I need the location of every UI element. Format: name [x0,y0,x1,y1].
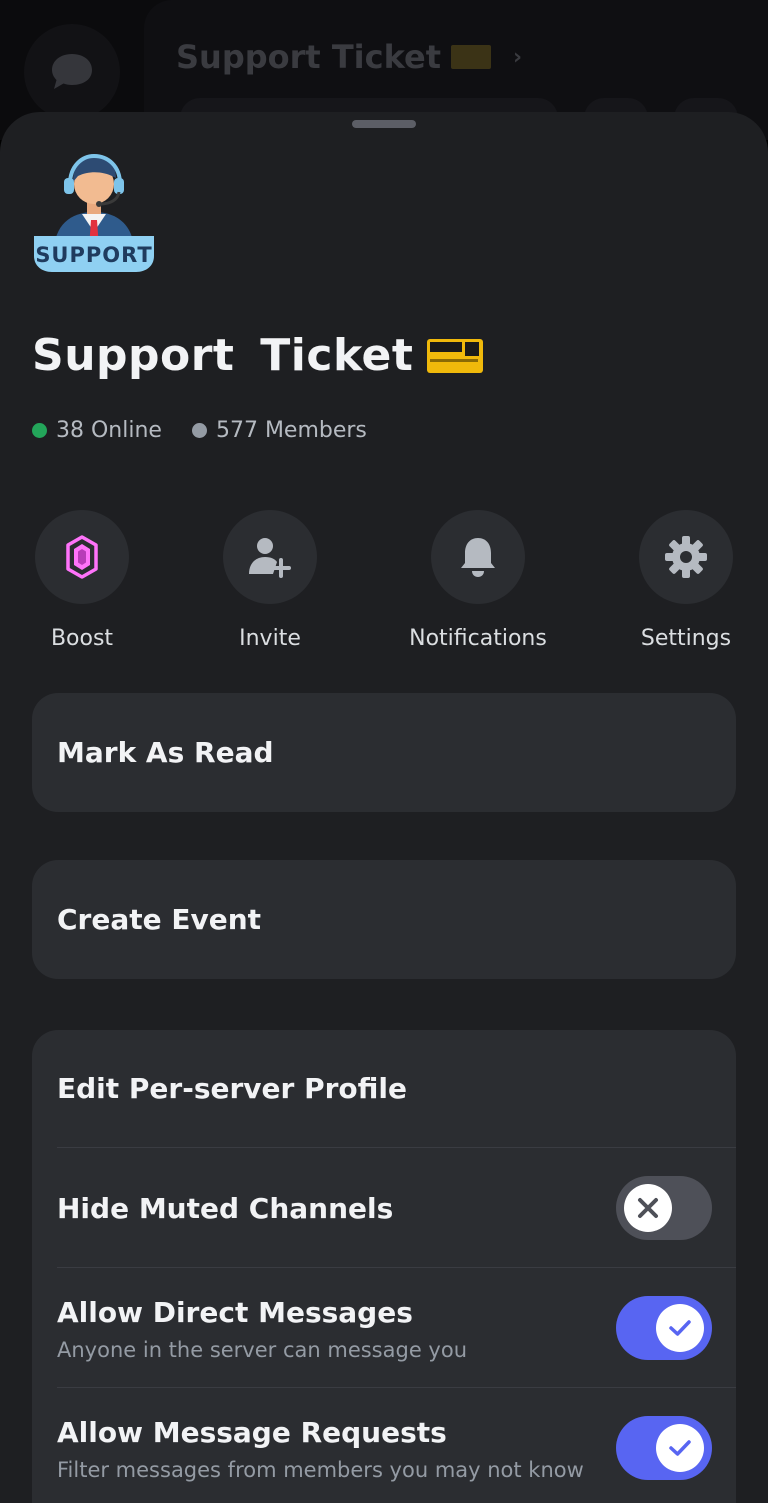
check-icon [669,1320,691,1336]
allow-direct-messages-toggle[interactable] [616,1296,712,1360]
divider [57,1387,736,1388]
allow-direct-messages-description: Anyone in the server can message you [57,1338,468,1362]
notifications-button-circle[interactable] [431,510,525,604]
divider [57,1147,736,1148]
settings-button[interactable]: Settings [596,510,768,651]
server-menu-sheet: SUPPORT Support Ticket 38 Online 577 Mem… [0,112,768,1503]
direct-messages-button[interactable] [24,24,120,120]
allow-message-requests-label: Allow Message Requests [57,1416,447,1449]
toggle-knob [656,1424,704,1472]
mark-as-read-card: Mark As Read [32,693,736,812]
chevron-right-icon: › [513,44,523,70]
drag-handle[interactable] [352,120,416,128]
boost-button-circle[interactable] [35,510,129,604]
ticket-emoji [451,45,492,69]
toggle-knob [656,1304,704,1352]
hide-muted-channels-row[interactable]: Hide Muted Channels [32,1147,736,1267]
allow-message-requests-toggle[interactable] [616,1416,712,1480]
boost-gem-icon [66,535,98,579]
allow-message-requests-description: Filter messages from members you may not… [57,1458,584,1482]
member-count: 577 Members [191,418,367,443]
support-agent-icon: SUPPORT [34,153,154,272]
gear-icon [665,536,707,578]
ticket-emoji [427,338,484,373]
create-event-card: Create Event [32,860,736,979]
edit-per-server-profile-row[interactable]: Edit Per-server Profile [32,1030,736,1150]
divider [57,1267,736,1268]
close-icon [638,1198,658,1218]
background-server-title: Support Ticket › [176,38,523,76]
bell-icon [461,538,495,577]
server-stats: 38 Online 577 Members [32,418,397,443]
server-settings-card: Edit Per-server Profile Hide Muted Chann… [32,1030,736,1503]
toggle-knob [624,1184,672,1232]
create-event-button[interactable]: Create Event [32,860,736,978]
edit-per-server-profile-label: Edit Per-server Profile [57,1072,408,1105]
allow-message-requests-row[interactable]: Allow Message Requests Filter messages f… [32,1387,736,1503]
boost-button[interactable]: Boost [0,510,172,651]
mark-as-read-button[interactable]: Mark As Read [32,693,736,811]
online-dot-icon [32,423,47,438]
check-icon [669,1440,691,1456]
settings-button-circle[interactable] [639,510,733,604]
server-title: Support Ticket [32,330,484,381]
invite-button-circle[interactable] [223,510,317,604]
support-banner-text: SUPPORT [35,243,152,267]
allow-direct-messages-label: Allow Direct Messages [57,1296,413,1329]
server-name: Support Ticket [32,330,414,381]
add-person-icon [249,538,291,578]
allow-direct-messages-row[interactable]: Allow Direct Messages Anyone in the serv… [32,1267,736,1387]
hide-muted-channels-toggle[interactable] [616,1176,712,1240]
server-icon: SUPPORT [32,148,156,274]
hide-muted-channels-label: Hide Muted Channels [57,1192,394,1225]
members-dot-icon [191,423,207,438]
action-buttons-row: Boost Invite Notifications Settings [0,510,768,660]
online-count: 38 Online [32,418,162,443]
invite-button[interactable]: Invite [180,510,360,651]
notifications-button[interactable]: Notifications [388,510,568,651]
chat-bubble-icon [52,54,92,89]
